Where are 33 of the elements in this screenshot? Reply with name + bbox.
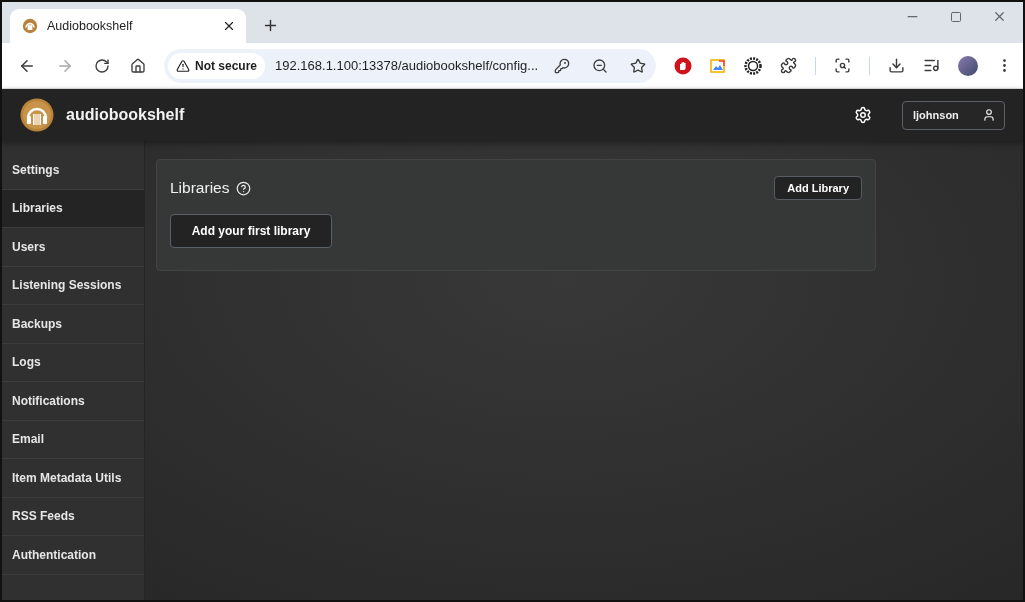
screen-search-icon[interactable]	[834, 57, 851, 74]
hand-icon[interactable]	[674, 56, 692, 75]
add-first-library-button[interactable]: Add your first library	[170, 214, 332, 248]
home-icon[interactable]	[130, 56, 146, 75]
music-list-icon[interactable]	[923, 57, 940, 74]
warning-icon	[176, 58, 190, 73]
maximize-icon[interactable]	[950, 9, 962, 24]
puzzle-icon[interactable]	[780, 57, 797, 74]
browser-tab[interactable]: Audiobookshelf	[10, 9, 246, 43]
avatar-icon[interactable]	[958, 55, 978, 76]
panel-title: Libraries	[170, 179, 230, 197]
security-chip[interactable]: Not secure	[168, 52, 266, 79]
headphones-logo-icon	[20, 98, 54, 132]
add-library-button[interactable]: Add Library	[774, 176, 862, 200]
reload-icon[interactable]	[94, 56, 110, 75]
help-icon[interactable]	[236, 180, 252, 196]
address-bar[interactable]: Not secure 192.168.1.100:13378/audiobookshelf/config...	[164, 48, 656, 83]
star-icon[interactable]	[630, 57, 646, 74]
close-icon[interactable]	[222, 19, 236, 33]
url-text: 192.168.1.100:13378/audiobookshelf/config...	[275, 58, 540, 73]
tab-title: Audiobookshelf	[47, 19, 134, 33]
sun-icon[interactable]	[744, 56, 762, 75]
zoom-out-icon[interactable]	[592, 57, 608, 74]
settings-icon[interactable]	[854, 106, 872, 124]
user-icon	[982, 108, 996, 122]
sidebar-item[interactable]: Libraries	[2, 189, 144, 228]
key-icon[interactable]	[554, 57, 570, 74]
app-name: audiobookshelf	[66, 106, 185, 124]
picture-frame-icon[interactable]	[710, 57, 726, 74]
new-tab-icon[interactable]	[262, 17, 279, 34]
download-icon[interactable]	[888, 57, 905, 74]
headphones-logo-icon	[22, 18, 38, 34]
user-button[interactable]: ljohnson	[902, 100, 1005, 130]
